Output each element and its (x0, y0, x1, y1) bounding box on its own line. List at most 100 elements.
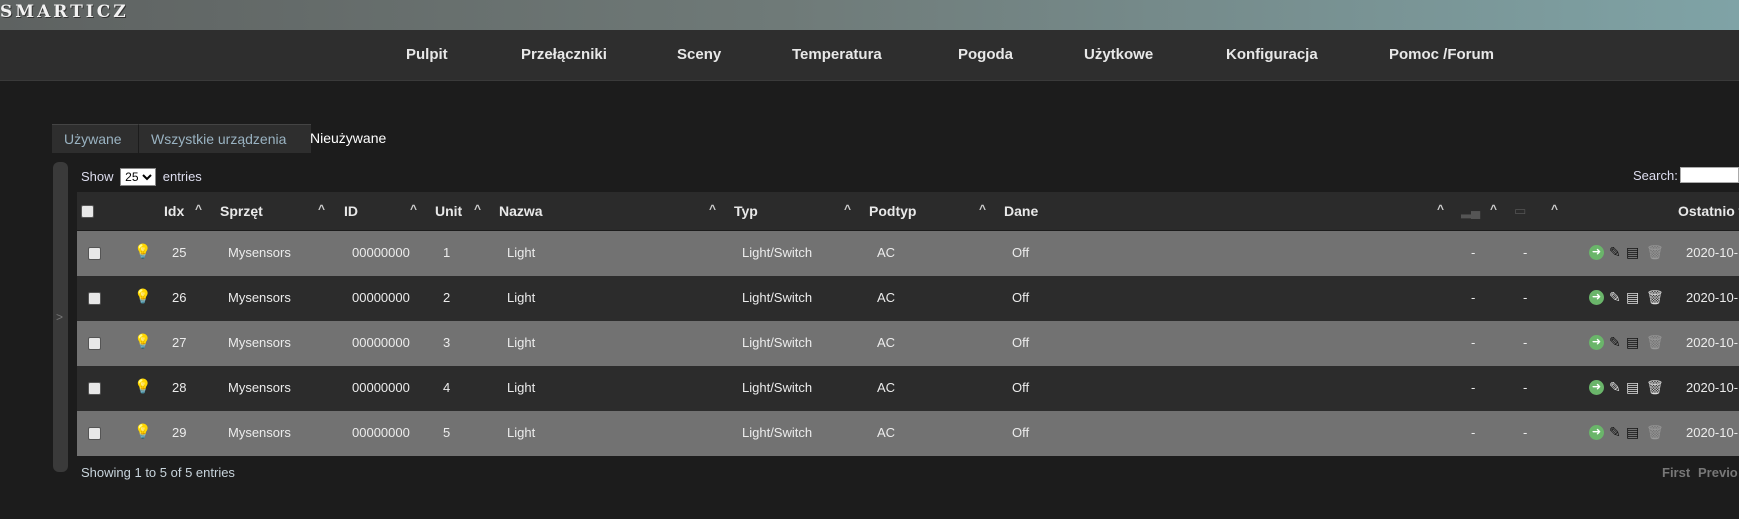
table-row[interactable]: 💡 27 Mysensors 00000000 3 Light Light/Sw… (77, 321, 1739, 366)
sort-sprzet-icon[interactable]: ^ (318, 202, 325, 216)
tab-nieuzywane[interactable]: Nieużywane (298, 124, 398, 152)
cell-unit: 3 (443, 335, 451, 350)
table-length-control: Show 25 entries (81, 168, 202, 186)
app-logo[interactable]: SMARTICZ (0, 2, 129, 22)
sort-id-icon[interactable]: ^ (410, 202, 417, 216)
col-unit[interactable]: Unit (435, 203, 462, 219)
nav-temperatura[interactable]: Temperatura (792, 46, 882, 63)
cell-id: 00000000 (352, 380, 410, 395)
add-device-icon[interactable]: ➜ (1589, 380, 1604, 395)
cell-unit: 5 (443, 425, 451, 440)
cell-battery: - (1523, 335, 1528, 350)
nav-pogoda[interactable]: Pogoda (958, 46, 1013, 63)
row-checkbox[interactable] (88, 427, 101, 440)
cell-battery: - (1523, 290, 1528, 305)
nav-uzytkowe[interactable]: Użytkowe (1084, 46, 1153, 63)
sort-podtyp-icon[interactable]: ^ (979, 202, 986, 216)
sort-unit-icon[interactable]: ^ (474, 202, 481, 216)
search-input[interactable] (1680, 167, 1739, 183)
nav-pulpit[interactable]: Pulpit (406, 46, 448, 63)
cell-idx: 28 (172, 380, 187, 395)
cell-podtyp: AC (877, 425, 896, 440)
row-checkbox[interactable] (88, 247, 101, 260)
add-device-icon[interactable]: ➜ (1589, 425, 1604, 440)
cell-sprzet: Mysensors (228, 335, 291, 350)
cell-signal: - (1471, 425, 1476, 440)
sidebar-collapse-handle[interactable]: > (53, 162, 68, 472)
cell-sprzet: Mysensors (228, 380, 291, 395)
cell-nazwa: Light (507, 425, 536, 440)
add-device-icon[interactable]: ➜ (1589, 290, 1604, 305)
lightbulb-icon: 💡 (134, 378, 152, 394)
edit-icon[interactable]: ✎ (1609, 379, 1621, 396)
log-icon[interactable]: ▤ (1626, 424, 1639, 441)
entries-per-page-select[interactable]: 25 (120, 168, 157, 186)
log-icon[interactable]: ▤ (1626, 334, 1639, 351)
table-row[interactable]: 💡 26 Mysensors 00000000 2 Light Light/Sw… (77, 276, 1739, 321)
cell-signal: - (1471, 335, 1476, 350)
sort-signal-icon[interactable]: ^ (1490, 202, 1497, 216)
main-navbar: Pulpit Przełączniki Sceny Temperatura Po… (0, 30, 1739, 81)
cell-dane: Off (1012, 245, 1030, 260)
col-id[interactable]: ID (344, 203, 358, 219)
row-checkbox[interactable] (88, 382, 101, 395)
col-nazwa[interactable]: Nazwa (499, 203, 543, 219)
select-all-checkbox[interactable] (81, 205, 94, 218)
log-icon[interactable]: ▤ (1626, 289, 1639, 306)
edit-icon[interactable]: ✎ (1609, 244, 1621, 261)
row-checkbox[interactable] (88, 337, 101, 350)
nav-sceny[interactable]: Sceny (677, 46, 721, 63)
edit-icon[interactable]: ✎ (1609, 289, 1621, 306)
sort-typ-icon[interactable]: ^ (844, 202, 851, 216)
delete-icon[interactable]: 🗑 (1646, 379, 1664, 396)
tab-wszystkie[interactable]: Wszystkie urządzenia (138, 124, 311, 153)
edit-icon[interactable]: ✎ (1609, 424, 1621, 441)
cell-podtyp: AC (877, 380, 896, 395)
table-row[interactable]: 💡 28 Mysensors 00000000 4 Light Light/Sw… (77, 366, 1739, 411)
add-device-icon[interactable]: ➜ (1589, 245, 1604, 260)
col-podtyp[interactable]: Podtyp (869, 203, 916, 219)
delete-icon[interactable]: 🗑 (1646, 424, 1664, 441)
cell-idx: 26 (172, 290, 187, 305)
sort-nazwa-icon[interactable]: ^ (709, 202, 716, 216)
nav-przelaczniki[interactable]: Przełączniki (521, 46, 607, 63)
col-idx[interactable]: Idx (164, 203, 184, 219)
table-row[interactable]: 💡 25 Mysensors 00000000 1 Light Light/Sw… (77, 231, 1739, 276)
pager-previous[interactable]: Previo (1698, 465, 1738, 480)
lightbulb-icon: 💡 (134, 423, 152, 439)
col-sprzet[interactable]: Sprzęt (220, 203, 263, 219)
cell-unit: 2 (443, 290, 451, 305)
add-device-icon[interactable]: ➜ (1589, 335, 1604, 350)
delete-icon[interactable]: 🗑 (1646, 244, 1664, 261)
pager-first[interactable]: First (1662, 465, 1690, 480)
nav-konfiguracja[interactable]: Konfiguracja (1226, 46, 1318, 63)
cell-nazwa: Light (507, 245, 536, 260)
col-ostatnio[interactable]: Ostatnio w (1678, 203, 1739, 219)
edit-icon[interactable]: ✎ (1609, 334, 1621, 351)
log-icon[interactable]: ▤ (1626, 244, 1639, 261)
row-checkbox[interactable] (88, 292, 101, 305)
table-row[interactable]: 💡 29 Mysensors 00000000 5 Light Light/Sw… (77, 411, 1739, 456)
delete-icon[interactable]: 🗑 (1646, 334, 1664, 351)
cell-typ: Light/Switch (742, 335, 813, 350)
col-typ[interactable]: Typ (734, 203, 758, 219)
cell-podtyp: AC (877, 335, 896, 350)
cell-sprzet: Mysensors (228, 425, 291, 440)
cell-ostatnio: 2020-10- (1686, 245, 1739, 260)
sort-dane-icon[interactable]: ^ (1437, 202, 1444, 216)
tab-uzywane[interactable]: Używane (52, 124, 152, 153)
cell-signal: - (1471, 245, 1476, 260)
cell-ostatnio: 2020-10- (1686, 335, 1739, 350)
sort-idx-icon[interactable]: ^ (195, 202, 202, 216)
cell-battery: - (1523, 380, 1528, 395)
cell-typ: Light/Switch (742, 245, 813, 260)
nav-pomoc-forum[interactable]: Pomoc /Forum (1389, 46, 1494, 63)
sort-battery-icon[interactable]: ^ (1551, 202, 1558, 216)
log-icon[interactable]: ▤ (1626, 379, 1639, 396)
delete-icon[interactable]: 🗑 (1646, 289, 1664, 306)
cell-battery: - (1523, 245, 1528, 260)
cell-nazwa: Light (507, 290, 536, 305)
cell-nazwa: Light (507, 380, 536, 395)
cell-dane: Off (1012, 425, 1030, 440)
col-dane[interactable]: Dane (1004, 203, 1038, 219)
